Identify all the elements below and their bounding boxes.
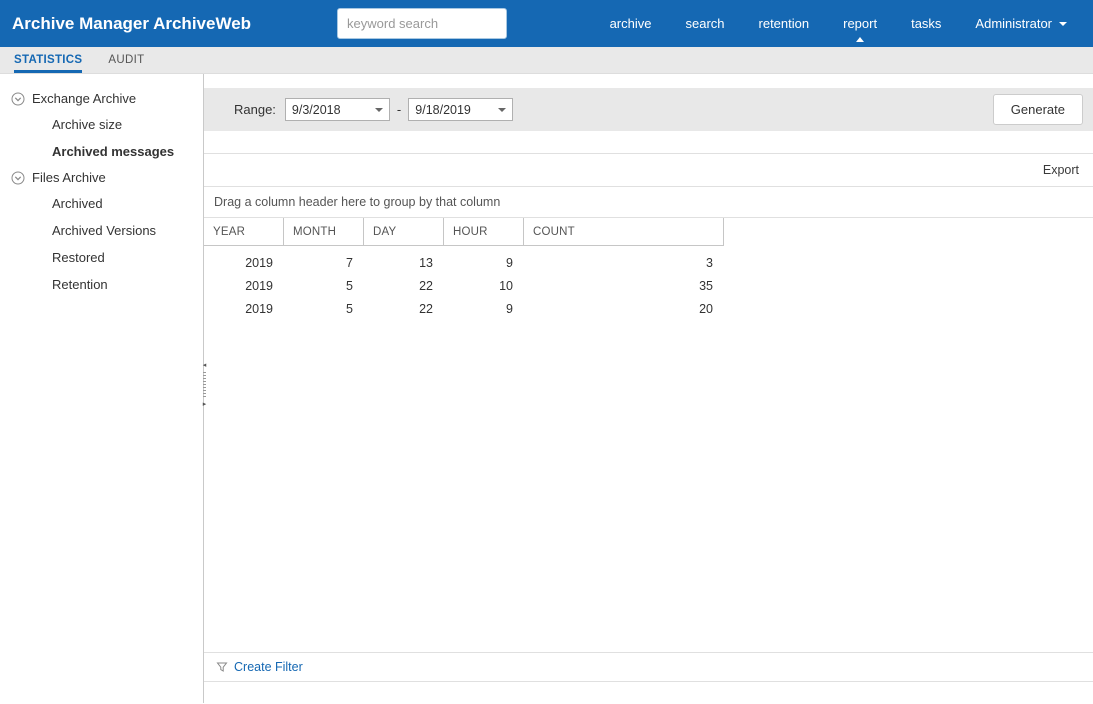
date-from-dropdown[interactable]: 9/3/2018 <box>284 98 390 121</box>
main-area: Exchange Archive Archive size Archived m… <box>0 74 1093 703</box>
statistics-sidebar: Exchange Archive Archive size Archived m… <box>0 74 204 703</box>
cell-month: 5 <box>346 278 353 293</box>
cell-day: 22 <box>419 278 433 293</box>
report-content: Range: 9/3/2018 - 9/18/2019 Generate Exp… <box>204 74 1093 703</box>
range-label: Range: <box>234 102 276 117</box>
tree-group-label: Exchange Archive <box>32 91 137 106</box>
cell-month: 5 <box>346 301 353 316</box>
keyword-search-input[interactable] <box>337 8 508 39</box>
chevron-down-icon <box>374 107 383 112</box>
cell-year: 2019 <box>245 255 273 270</box>
tab-audit[interactable]: AUDIT <box>108 47 144 73</box>
group-by-hint: Drag a column header here to group by th… <box>204 187 1093 218</box>
sidebar-item-retention[interactable]: Retention <box>0 271 203 298</box>
chevron-down-icon <box>1059 21 1067 26</box>
export-bar: Export <box>204 153 1093 187</box>
content-top-gap <box>204 74 1093 88</box>
sidebar-item-archived[interactable]: Archived <box>0 190 203 217</box>
nav-archive[interactable]: archive <box>593 0 669 47</box>
sidebar-item-archive-size[interactable]: Archive size <box>0 111 203 138</box>
column-header-hour[interactable]: HOUR <box>444 218 524 246</box>
cell-hour: 9 <box>506 255 513 270</box>
tree-group-exchange-archive[interactable]: Exchange Archive <box>0 86 203 111</box>
section-tabbar: STATISTICS AUDIT <box>0 47 1093 74</box>
app-title: Archive Manager ArchiveWeb <box>12 13 252 33</box>
chevron-down-icon <box>498 107 507 112</box>
cell-month: 7 <box>346 255 353 270</box>
cell-hour: 9 <box>506 301 513 316</box>
table-row[interactable]: 2019 7 13 9 3 <box>204 251 1093 274</box>
grid-empty-area <box>204 320 1093 652</box>
column-header-count[interactable]: COUNT <box>524 218 724 246</box>
funnel-icon <box>216 662 228 672</box>
nav-retention[interactable]: retention <box>742 0 827 47</box>
range-toolbar: Range: 9/3/2018 - 9/18/2019 Generate <box>204 88 1093 131</box>
range-separator: - <box>396 102 402 117</box>
cell-year: 2019 <box>245 278 273 293</box>
filter-bar: Create Filter <box>204 652 1093 682</box>
sidebar-item-archived-messages[interactable]: Archived messages <box>0 138 203 165</box>
cell-count: 20 <box>699 301 713 316</box>
circled-chevron-down-icon <box>11 92 25 105</box>
date-to-dropdown[interactable]: 9/18/2019 <box>408 98 514 121</box>
grid-header-row: YEAR MONTH DAY HOUR COUNT <box>204 218 1093 246</box>
column-header-year[interactable]: YEAR <box>204 218 284 246</box>
top-nav: archive search retention report tasks Ad… <box>593 0 1077 47</box>
nav-administrator-menu[interactable]: Administrator <box>958 0 1077 47</box>
create-filter-link[interactable]: Create Filter <box>234 660 303 674</box>
nav-administrator-label: Administrator <box>975 16 1052 31</box>
cell-day: 22 <box>419 301 433 316</box>
export-link[interactable]: Export <box>1043 163 1079 177</box>
date-to-value: 9/18/2019 <box>415 102 471 117</box>
table-row[interactable]: 2019 5 22 9 20 <box>204 297 1093 320</box>
cell-hour: 10 <box>499 278 513 293</box>
sidebar-item-restored[interactable]: Restored <box>0 244 203 271</box>
nav-search-label: search <box>685 16 725 31</box>
tab-statistics[interactable]: STATISTICS <box>14 47 83 73</box>
nav-search[interactable]: search <box>668 0 741 47</box>
nav-tasks-label: tasks <box>911 16 942 31</box>
cell-year: 2019 <box>245 301 273 316</box>
expand-right-icon[interactable]: ▸ <box>203 401 207 408</box>
nav-retention-label: retention <box>758 16 810 31</box>
nav-report[interactable]: report <box>826 0 894 47</box>
splitter-grip-icon <box>203 372 206 398</box>
bottom-gap <box>204 682 1093 703</box>
generate-button[interactable]: Generate <box>992 94 1083 125</box>
cell-day: 13 <box>419 255 433 270</box>
tree-group-files-archive[interactable]: Files Archive <box>0 165 203 190</box>
circled-chevron-down-icon <box>11 171 25 184</box>
column-header-day[interactable]: DAY <box>364 218 444 246</box>
cell-count: 3 <box>706 255 713 270</box>
grid-body: 2019 7 13 9 3 2019 5 22 10 35 2019 5 22 … <box>204 246 1093 320</box>
date-from-value: 9/3/2018 <box>291 102 341 117</box>
collapse-left-icon[interactable]: ◂ <box>203 362 207 369</box>
sidebar-splitter-handle[interactable]: ◂ ▸ <box>197 362 212 408</box>
nav-tasks[interactable]: tasks <box>894 0 958 47</box>
table-row[interactable]: 2019 5 22 10 35 <box>204 274 1093 297</box>
tree-group-label: Files Archive <box>32 170 106 185</box>
cell-count: 35 <box>699 278 713 293</box>
nav-archive-label: archive <box>609 16 652 31</box>
nav-report-label: report <box>843 16 878 31</box>
app-header: Archive Manager ArchiveWeb archive searc… <box>0 0 1093 47</box>
column-header-month[interactable]: MONTH <box>284 218 364 246</box>
sidebar-item-archived-versions[interactable]: Archived Versions <box>0 217 203 244</box>
caret-up-icon <box>856 37 865 42</box>
